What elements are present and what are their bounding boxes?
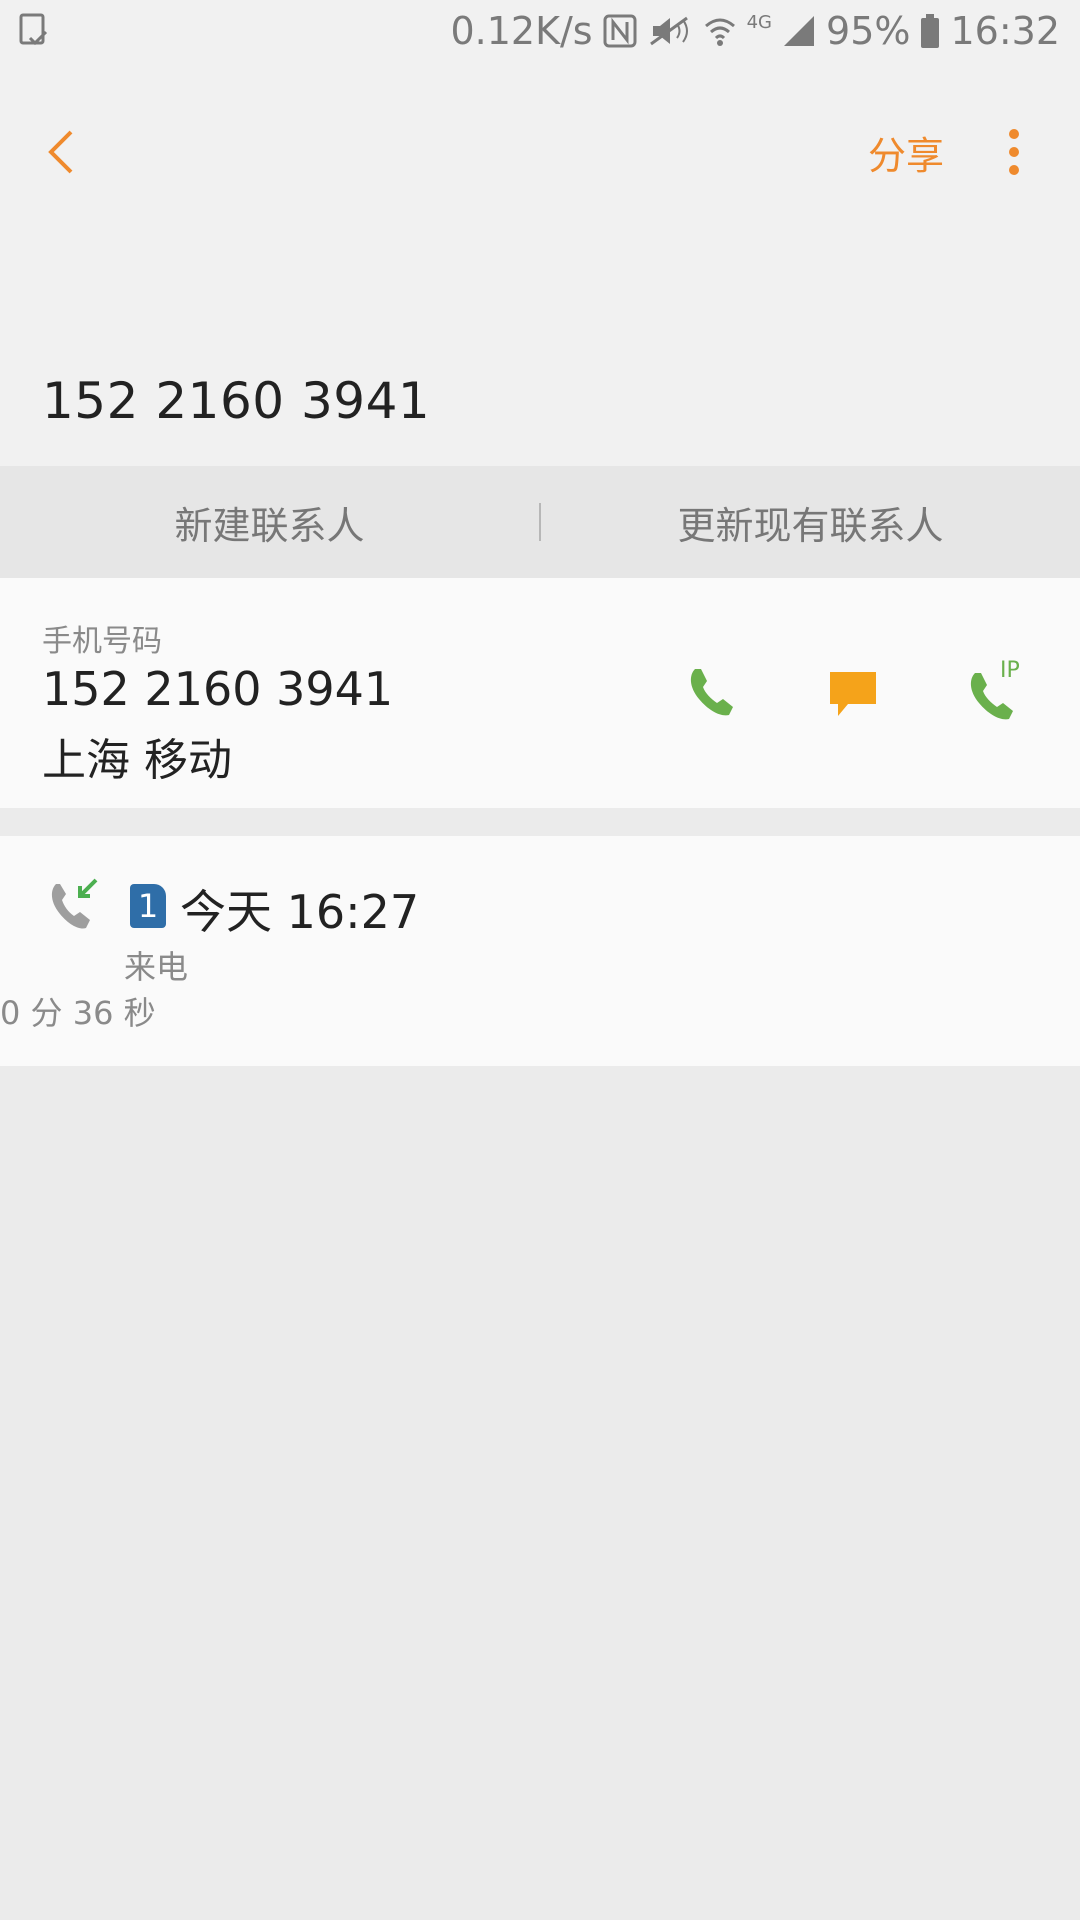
phone-type-label: 手机号码 bbox=[42, 624, 162, 659]
ip-label: IP bbox=[1000, 658, 1020, 683]
more-vert-icon bbox=[1009, 129, 1019, 175]
update-contact-button[interactable]: 更新现有联系人 bbox=[541, 466, 1080, 578]
mute-vibrate-icon bbox=[647, 14, 693, 48]
phone-number-card: 手机号码 152 2160 3941 上海 移动 IP bbox=[0, 578, 1080, 808]
message-button[interactable] bbox=[808, 648, 898, 738]
more-options-button[interactable] bbox=[984, 112, 1044, 192]
back-button[interactable] bbox=[30, 112, 90, 192]
back-arrow-icon bbox=[48, 130, 73, 174]
status-right-group: 0.12K/s 4G 95% 16:32 bbox=[450, 6, 1060, 56]
share-button[interactable]: 分享 bbox=[868, 112, 944, 192]
phone-carrier: 上海 移动 bbox=[42, 735, 232, 786]
call-duration: 0 分 36 秒 bbox=[0, 994, 156, 1032]
screenshot-notification-icon bbox=[18, 12, 50, 48]
message-icon bbox=[830, 672, 876, 716]
page-title: 152 2160 3941 bbox=[42, 372, 431, 430]
sim1-badge: 1 bbox=[130, 884, 166, 928]
phone-number: 152 2160 3941 bbox=[42, 662, 394, 716]
wifi-icon bbox=[703, 14, 737, 48]
nfc-icon bbox=[603, 14, 637, 48]
battery-percent: 95% bbox=[826, 9, 911, 53]
app-header: 分享 152 2160 3941 bbox=[0, 62, 1080, 466]
call-time: 今天 16:27 bbox=[180, 885, 420, 939]
new-contact-button[interactable]: 新建联系人 bbox=[0, 466, 539, 578]
call-type: 来电 bbox=[124, 948, 189, 986]
incoming-call-icon bbox=[48, 876, 104, 932]
status-bar: 0.12K/s 4G 95% 16:32 bbox=[0, 0, 1080, 62]
signal-icon bbox=[782, 14, 816, 48]
phone-icon bbox=[690, 669, 733, 716]
call-button[interactable] bbox=[666, 648, 756, 738]
network-type: 4G bbox=[746, 11, 773, 33]
clock: 16:32 bbox=[950, 9, 1060, 53]
call-log-item[interactable]: 1 今天 16:27 来电 0 分 36 秒 bbox=[0, 836, 1080, 1066]
ip-call-button[interactable]: IP bbox=[950, 648, 1040, 738]
battery-icon bbox=[920, 14, 940, 48]
contact-action-bar: 新建联系人 更新现有联系人 bbox=[0, 466, 1080, 578]
network-speed: 0.12K/s bbox=[450, 9, 593, 53]
